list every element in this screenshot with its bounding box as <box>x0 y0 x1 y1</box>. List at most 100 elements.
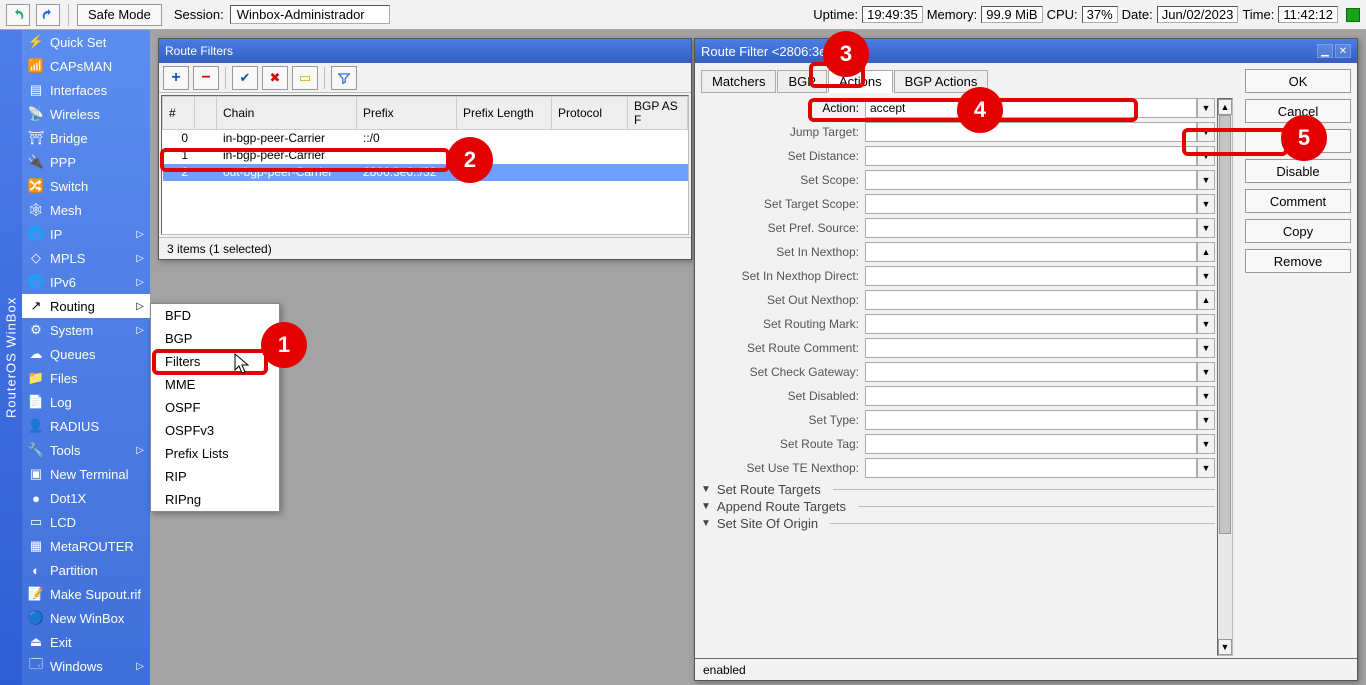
field-input[interactable] <box>865 410 1197 430</box>
table-row[interactable]: 2out-bgp-peer-Carrier2806:3e6::/32 <box>163 164 688 181</box>
sidebar-item-mesh[interactable]: 🕸Mesh <box>22 198 150 222</box>
sidebar-item-make-supout.rif[interactable]: 📝Make Supout.rif <box>22 582 150 606</box>
dropdown-icon[interactable]: ▼ <box>1197 314 1215 334</box>
sidebar-item-partition[interactable]: ◐Partition <box>22 558 150 582</box>
apply-button[interactable]: Apply <box>1245 129 1351 153</box>
submenu-item-rip[interactable]: RIP <box>151 465 279 488</box>
field-input[interactable] <box>865 122 1197 142</box>
submenu-item-filters[interactable]: Filters <box>151 350 279 373</box>
enable-button[interactable]: ✔ <box>232 66 258 90</box>
remove-button[interactable]: − <box>193 66 219 90</box>
sidebar-item-lcd[interactable]: ▭LCD <box>22 510 150 534</box>
sidebar-item-windows[interactable]: 🗔Windows▷ <box>22 654 150 678</box>
safe-mode-button[interactable]: Safe Mode <box>77 4 162 26</box>
sidebar-item-quick-set[interactable]: ⚡Quick Set <box>22 30 150 54</box>
route-filters-table[interactable]: # ChainPrefixPrefix LengthProtocolBGP AS … <box>161 95 689 235</box>
filter-button[interactable] <box>331 66 357 90</box>
column-header[interactable]: Chain <box>217 97 357 130</box>
disable-button[interactable]: Disable <box>1245 159 1351 183</box>
column-header[interactable]: # <box>163 97 195 130</box>
field-input[interactable] <box>865 266 1197 286</box>
dropdown-icon[interactable]: ▼ <box>1197 362 1215 382</box>
scroll-thumb[interactable] <box>1219 115 1231 534</box>
sidebar-item-log[interactable]: 📄Log <box>22 390 150 414</box>
sidebar-item-dot1x[interactable]: ●Dot1X <box>22 486 150 510</box>
dropdown-icon[interactable]: ▼ <box>1197 434 1215 454</box>
disable-button[interactable]: ✖ <box>262 66 288 90</box>
table-row[interactable]: 1in-bgp-peer-Carrier <box>163 147 688 164</box>
sidebar-item-ppp[interactable]: 🔌PPP <box>22 150 150 174</box>
sidebar-item-metarouter[interactable]: ▦MetaROUTER <box>22 534 150 558</box>
field-input[interactable] <box>865 194 1197 214</box>
sidebar-item-system[interactable]: ⚙System▷ <box>22 318 150 342</box>
dropdown-icon[interactable]: ▼ <box>1197 458 1215 478</box>
submenu-item-ospf[interactable]: OSPF <box>151 396 279 419</box>
expand-icon[interactable]: ▼ <box>701 484 711 495</box>
action-input[interactable] <box>865 98 1197 118</box>
tab-matchers[interactable]: Matchers <box>701 70 776 93</box>
add-button[interactable]: + <box>163 66 189 90</box>
dropdown-icon[interactable]: ▼ <box>1197 338 1215 358</box>
form-scrollbar[interactable]: ▲ ▼ <box>1217 98 1233 656</box>
dropdown-icon[interactable]: ▲ <box>1197 242 1215 262</box>
sidebar-item-routing[interactable]: ↗Routing▷ <box>22 294 150 318</box>
field-input[interactable] <box>865 218 1197 238</box>
undo-button[interactable] <box>6 4 30 26</box>
copy-button[interactable]: Copy <box>1245 219 1351 243</box>
column-header[interactable]: Prefix Length <box>457 97 552 130</box>
field-input[interactable] <box>865 314 1197 334</box>
sidebar-item-new-terminal[interactable]: ▣New Terminal <box>22 462 150 486</box>
sidebar-item-new-winbox[interactable]: 🔵New WinBox <box>22 606 150 630</box>
submenu-item-ripng[interactable]: RIPng <box>151 488 279 511</box>
remove-button[interactable]: Remove <box>1245 249 1351 273</box>
dropdown-icon[interactable]: ▼ <box>1197 146 1215 166</box>
sidebar-item-mpls[interactable]: ◇MPLS▷ <box>22 246 150 270</box>
ok-button[interactable]: OK <box>1245 69 1351 93</box>
redo-button[interactable] <box>36 4 60 26</box>
sidebar-item-interfaces[interactable]: ▤Interfaces <box>22 78 150 102</box>
sidebar-item-wireless[interactable]: 📡Wireless <box>22 102 150 126</box>
submenu-item-mme[interactable]: MME <box>151 373 279 396</box>
field-input[interactable] <box>865 338 1197 358</box>
dropdown-icon[interactable]: ▼ <box>1197 386 1215 406</box>
dropdown-icon[interactable]: ▼ <box>1197 194 1215 214</box>
field-input[interactable] <box>865 458 1197 478</box>
tab-bgp[interactable]: BGP <box>777 70 826 93</box>
field-input[interactable] <box>865 242 1197 262</box>
sidebar-item-queues[interactable]: ☁Queues <box>22 342 150 366</box>
action-dropdown-icon[interactable]: ▼ <box>1197 98 1215 118</box>
expand-icon[interactable]: ▼ <box>701 501 711 512</box>
dropdown-icon[interactable]: ▼ <box>1197 218 1215 238</box>
dropdown-icon[interactable]: ▲ <box>1197 290 1215 310</box>
minimize-icon[interactable]: ▁ <box>1317 44 1333 58</box>
close-icon[interactable]: ✕ <box>1335 44 1351 58</box>
tab-actions[interactable]: Actions <box>828 70 893 93</box>
cancel-button[interactable]: Cancel <box>1245 99 1351 123</box>
column-header[interactable]: Prefix <box>357 97 457 130</box>
expand-icon[interactable]: ▼ <box>701 518 711 529</box>
sidebar-item-tools[interactable]: 🔧Tools▷ <box>22 438 150 462</box>
comment-button[interactable]: ▭ <box>292 66 318 90</box>
submenu-item-ospfv3[interactable]: OSPFv3 <box>151 419 279 442</box>
column-header[interactable]: Protocol <box>552 97 628 130</box>
submenu-item-bfd[interactable]: BFD <box>151 304 279 327</box>
column-header[interactable]: BGP AS F <box>628 97 688 130</box>
scroll-down-icon[interactable]: ▼ <box>1218 639 1232 655</box>
sidebar-item-exit[interactable]: ⏏Exit <box>22 630 150 654</box>
sidebar-item-bridge[interactable]: ⛩Bridge <box>22 126 150 150</box>
sidebar-item-ipv6[interactable]: 🌐IPv6▷ <box>22 270 150 294</box>
field-input[interactable] <box>865 434 1197 454</box>
dropdown-icon[interactable]: ▼ <box>1197 170 1215 190</box>
dropdown-icon[interactable]: ▼ <box>1197 122 1215 142</box>
window-title[interactable]: Route Filter <2806:3e ▁ ✕ <box>695 39 1357 63</box>
sidebar-item-capsman[interactable]: 📶CAPsMAN <box>22 54 150 78</box>
field-input[interactable] <box>865 386 1197 406</box>
dropdown-icon[interactable]: ▼ <box>1197 266 1215 286</box>
submenu-item-prefix-lists[interactable]: Prefix Lists <box>151 442 279 465</box>
sidebar-item-radius[interactable]: 👤RADIUS <box>22 414 150 438</box>
tab-bgp-actions[interactable]: BGP Actions <box>894 70 989 93</box>
table-row[interactable]: 0in-bgp-peer-Carrier::/0 <box>163 130 688 147</box>
submenu-item-bgp[interactable]: BGP <box>151 327 279 350</box>
field-input[interactable] <box>865 170 1197 190</box>
sidebar-item-switch[interactable]: 🔀Switch <box>22 174 150 198</box>
